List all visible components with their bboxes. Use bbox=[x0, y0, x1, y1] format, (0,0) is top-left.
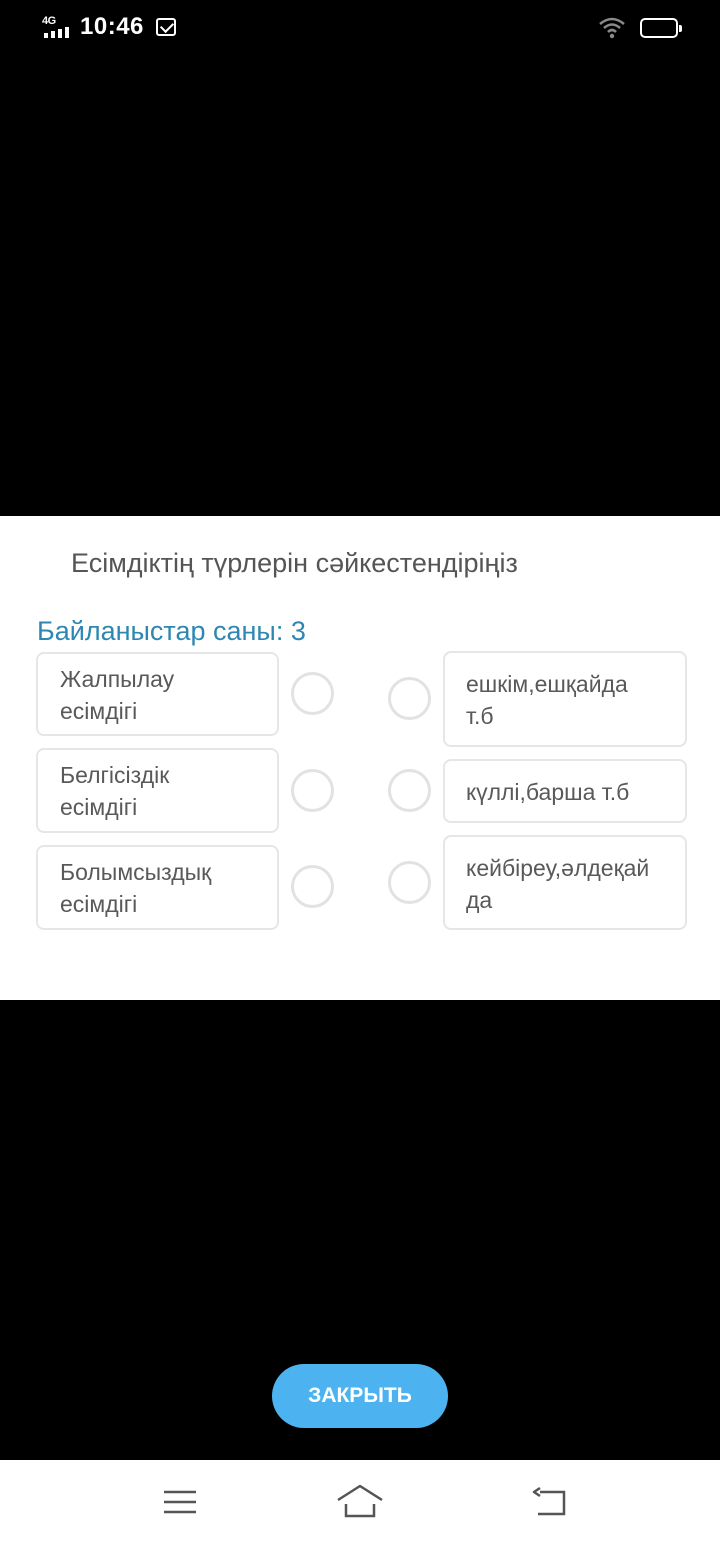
right-option-1[interactable]: ешкім,ешқайда т.б bbox=[443, 651, 687, 747]
cellular-signal-icon: 4G bbox=[42, 15, 76, 39]
screen: 4G 10:46 43 Есімдіктің түрлерін сәйкесте… bbox=[0, 0, 720, 1544]
battery-level: 43 bbox=[652, 22, 666, 34]
menu-icon[interactable] bbox=[156, 1480, 204, 1524]
battery-icon: 43 bbox=[640, 18, 682, 38]
left-option-line: Болымсыздық bbox=[60, 859, 212, 885]
home-icon[interactable] bbox=[336, 1480, 384, 1524]
right-connector-2[interactable] bbox=[388, 769, 431, 812]
question-title: Есімдіктің түрлерін сәйкестендіріңіз bbox=[71, 548, 518, 578]
left-option-line: есімдігі bbox=[60, 891, 138, 917]
links-count: Байланыстар саны: 3 bbox=[37, 616, 306, 646]
left-option-line: есімдігі bbox=[60, 794, 138, 820]
wifi-icon bbox=[599, 17, 625, 39]
notification-mail-icon bbox=[156, 18, 176, 36]
left-option-1[interactable]: Жалпылау есімдігі bbox=[36, 652, 279, 736]
left-option-line: Жалпылау bbox=[60, 666, 175, 692]
right-option-line: күллі,барша т.б bbox=[466, 779, 630, 805]
left-option-3[interactable]: Болымсыздық есімдігі bbox=[36, 845, 279, 930]
right-option-3[interactable]: кейбіреу,әлдеқай да bbox=[443, 835, 687, 930]
navigation-bar bbox=[0, 1460, 720, 1544]
left-option-line: есімдігі bbox=[60, 698, 138, 724]
right-option-line: кейбіреу,әлдеқай bbox=[466, 855, 650, 881]
left-connector-3[interactable] bbox=[291, 865, 334, 908]
question-card: Есімдіктің түрлерін сәйкестендіріңіз Бай… bbox=[0, 516, 720, 1000]
status-bar: 4G 10:46 43 bbox=[0, 0, 720, 56]
right-connector-1[interactable] bbox=[388, 677, 431, 720]
right-connector-3[interactable] bbox=[388, 861, 431, 904]
left-connector-2[interactable] bbox=[291, 769, 334, 812]
left-option-line: Белгісіздік bbox=[60, 762, 170, 788]
right-option-line: ешкім,ешқайда bbox=[466, 671, 628, 697]
close-button[interactable]: ЗАКРЫТЬ bbox=[272, 1364, 448, 1428]
network-type: 4G bbox=[42, 15, 56, 27]
clock: 10:46 bbox=[80, 13, 144, 40]
left-option-2[interactable]: Белгісіздік есімдігі bbox=[36, 748, 279, 833]
right-option-2[interactable]: күллі,барша т.б bbox=[443, 759, 687, 823]
right-option-line: т.б bbox=[466, 703, 494, 729]
back-icon[interactable] bbox=[526, 1480, 574, 1524]
left-connector-1[interactable] bbox=[291, 672, 334, 715]
right-option-line: да bbox=[466, 887, 493, 913]
